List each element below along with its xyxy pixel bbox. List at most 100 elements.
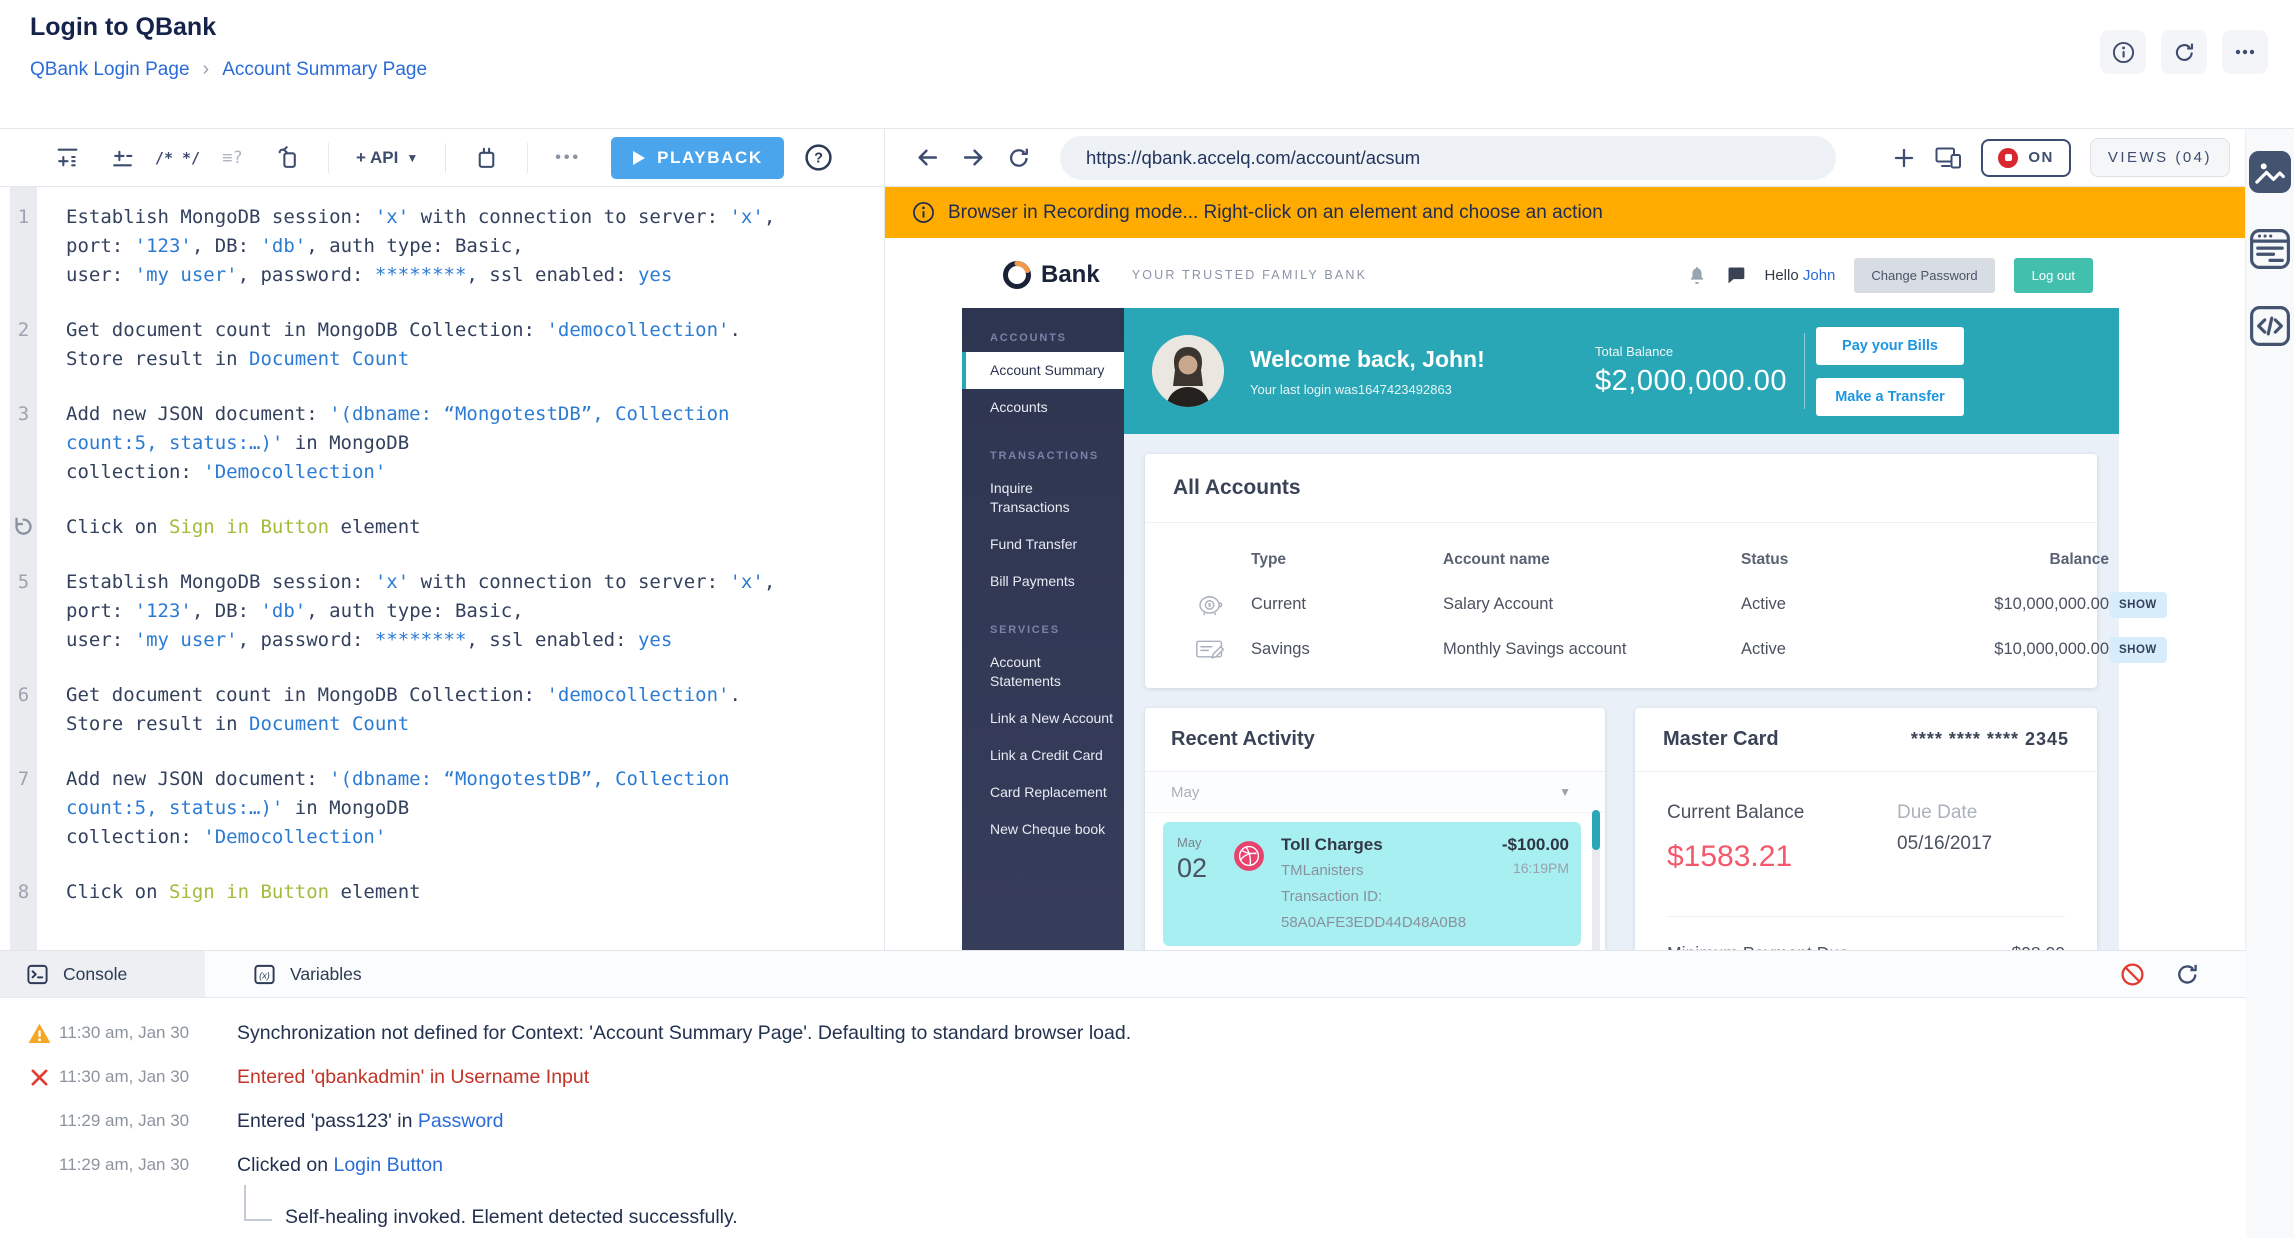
text-segment: user: [66,264,135,286]
all-accounts-card: All Accounts TypeAccount nameStatusBalan… [1145,454,2097,688]
text-segment: 'democollection' [546,684,729,706]
step-row[interactable]: 1Establish MongoDB session: 'x' with con… [0,203,884,290]
show-balance-button[interactable]: SHOW [2109,637,2167,663]
browser-forward-button[interactable] [961,145,986,170]
bell-icon[interactable] [1687,265,1707,286]
sidebar-item-inquire-transactions[interactable]: Inquire Transactions [962,470,1124,526]
tab-console[interactable]: Console [0,951,205,997]
due-date-label: Due Date [1897,802,2065,824]
sidebar-item-new-cheque-book[interactable]: New Cheque book [962,811,1124,848]
step-row[interactable]: 6Get document count in MongoDB Collectio… [0,681,884,739]
sidebar-section-transactions: TRANSACTIONS [962,450,1124,462]
info-icon [2112,41,2135,64]
text-segment: count:5, status:…)' [66,432,283,454]
greeting-username[interactable]: John [1803,267,1836,284]
text-segment: , [764,206,775,228]
text-segment: Entered 'pass123' in [237,1110,418,1132]
sidebar-section-services: SERVICES [962,624,1124,636]
refresh-console-button[interactable] [2175,962,2200,987]
more-options-button[interactable] [2222,30,2268,74]
text-segment: 'my user' [135,264,238,286]
greeting-text: Hello John [1765,267,1836,284]
ellipsis-icon [2233,40,2257,64]
chat-icon[interactable] [1726,265,1746,285]
url-bar[interactable]: https://qbank.accelq.com/account/acsum [1060,136,1836,180]
breadcrumb-account-summary-page[interactable]: Account Summary Page [222,59,427,81]
conditional-step-icon[interactable]: ≡? [205,148,260,168]
text-segment: 'db' [260,235,306,257]
info-button[interactable] [2100,30,2146,74]
sidebar-item-card-replacement[interactable]: Card Replacement [962,774,1124,811]
activity-item[interactable]: May02Toll ChargesTMLanistersTransaction … [1163,822,1581,946]
browser-back-button[interactable] [915,145,940,170]
current-balance-amount: $1583.21 [1667,840,1804,874]
browser-toolbar: https://qbank.accelq.com/account/acsum O… [885,129,2246,187]
step-row[interactable]: 2Get document count in MongoDB Collectio… [0,316,884,374]
text-segment: in MongoDB [283,432,409,454]
recording-toggle[interactable]: ON [1981,139,2071,177]
make-a-transfer-button[interactable]: Make a Transfer [1816,378,1964,416]
tab-variables[interactable]: (x) Variables [227,951,388,997]
header-actions [2100,30,2268,74]
step-row[interactable]: 8Click on Sign in Button element [0,878,884,907]
sidebar-item-account-statements[interactable]: Account Statements [962,644,1124,700]
sidebar-item-bill-payments[interactable]: Bill Payments [962,563,1124,600]
add-step-icon[interactable] [95,145,150,170]
log-message: Entered 'qbankadmin' in Username Input [237,1066,589,1089]
sidebar-item-account-summary[interactable]: Account Summary [962,352,1124,389]
step-row[interactable]: Click on Sign in Button element [0,513,884,542]
sidebar-item-link-a-new-account[interactable]: Link a New Account [962,700,1124,737]
table-row[interactable]: SavingsMonthly Savings accountActive$10,… [1145,627,2097,672]
add-api-button[interactable]: + API ▼ [342,148,432,168]
logout-button[interactable]: Log out [2014,258,2093,293]
new-tab-button[interactable] [1892,146,1916,170]
text-segment: Add new JSON document: [66,403,329,425]
screenshot-view-button[interactable] [2249,151,2291,193]
browser-refresh-button[interactable] [1007,146,1031,170]
account-name: Salary Account [1443,595,1741,614]
activity-detail: TMLanisters [1281,860,1502,881]
column-header-balance: Balance [1899,551,2109,569]
month-filter[interactable]: May ▼ [1145,772,1605,813]
step-text: Click on Sign in Button element [66,513,421,542]
text-segment: Login Button [333,1154,443,1176]
playback-button[interactable]: PLAYBACK [611,137,784,179]
tab-variables-label: Variables [290,964,362,985]
help-button[interactable]: ? [804,143,833,172]
show-balance-button[interactable]: SHOW [2109,592,2167,618]
change-password-button[interactable]: Change Password [1854,258,1994,293]
master-card-row: Minimum Payment Due$98.00 [1667,943,2065,950]
step-row[interactable]: 3Add new JSON document: '(dbname: “Mongo… [0,400,884,487]
qbank-page: Bank YOUR TRUSTED FAMILY BANK Hello John… [962,242,2119,950]
qbank-header-right: Hello John Change Password Log out [1687,258,2094,293]
activity-title: Toll Charges [1281,835,1502,855]
clear-console-button[interactable] [2120,962,2145,987]
pay-your-bills-button[interactable]: Pay your Bills [1816,327,1964,365]
toolbox-icon[interactable] [459,145,514,170]
comment-step-icon[interactable]: /* */ [150,149,205,167]
dom-view-button[interactable] [2249,228,2291,270]
table-row[interactable]: CurrentSalary AccountActive$10,000,000.0… [1145,582,2097,627]
step-text: Add new JSON document: '(dbname: “Mongot… [66,400,729,487]
activity-scrollbar-track[interactable] [1592,810,1600,950]
breadcrumb-qbank-login-page[interactable]: QBank Login Page [30,59,190,81]
text-segment: '123' [135,600,192,622]
clone-step-icon[interactable] [260,145,315,170]
code-view-button[interactable] [2249,305,2291,347]
refresh-button[interactable] [2161,30,2207,74]
step-row[interactable]: 7Add new JSON document: '(dbname: “Mongo… [0,765,884,852]
sidebar-item-fund-transfer[interactable]: Fund Transfer [962,526,1124,563]
views-button[interactable]: VIEWS (04) [2090,138,2230,177]
sidebar-item-accounts[interactable]: Accounts [962,389,1124,426]
activity-detail: 58A0AFE3EDD44D48A0B8 [1281,912,1502,933]
insert-step-icon[interactable] [40,145,95,170]
device-switch-button[interactable] [1935,145,1962,170]
log-timestamp: 11:30 am, Jan 30 [59,1067,212,1087]
text-segment: count:5, status:…)' [66,797,283,819]
sidebar-item-link-a-credit-card[interactable]: Link a Credit Card [962,737,1124,774]
arrow-left-icon [915,145,940,170]
activity-scrollbar-thumb[interactable] [1592,810,1600,850]
url-text: https://qbank.accelq.com/account/acsum [1086,147,1420,169]
more-tools-button[interactable]: ••• [541,149,595,167]
step-row[interactable]: 5Establish MongoDB session: 'x' with con… [0,568,884,655]
